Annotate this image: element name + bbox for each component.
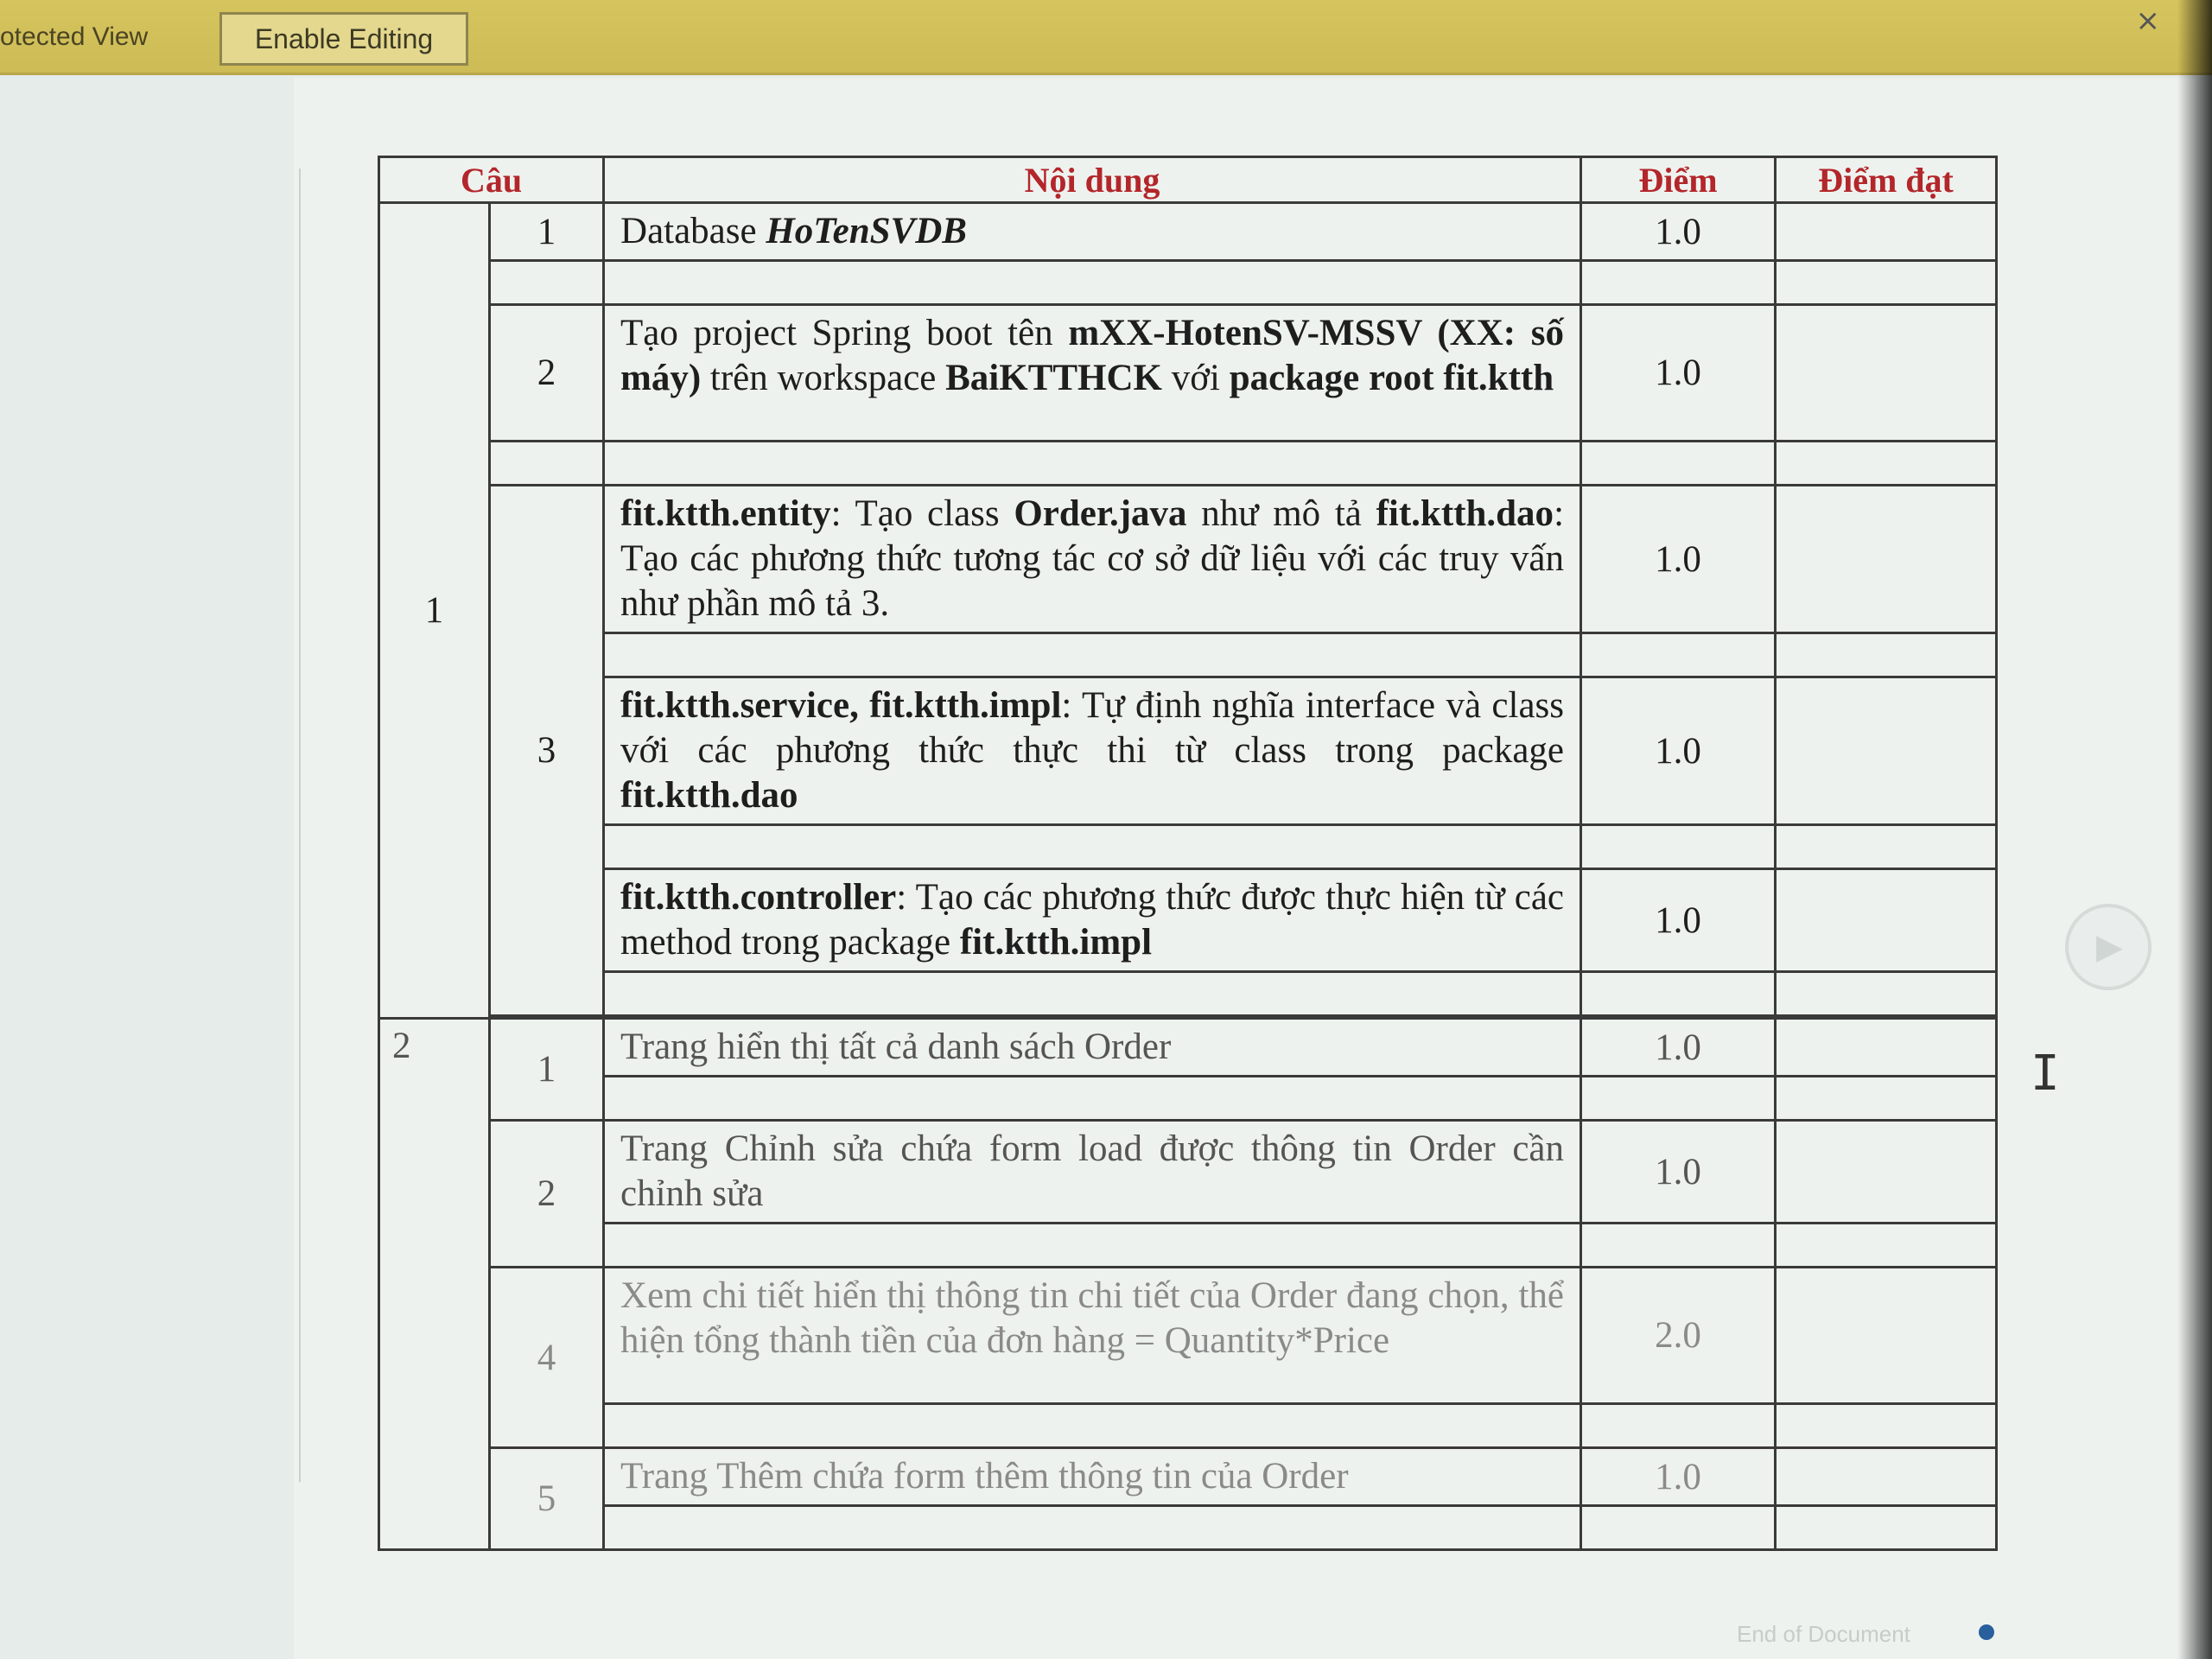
table-row [379,259,1999,306]
sub-number: 3 [487,484,606,1017]
header-noi-dung: Nội dung [602,156,1583,204]
table-row [379,632,1999,678]
screen-edge-shadow [2177,0,2212,1659]
content-cell: Trang Chỉnh sửa chứa form load được thôn… [602,1119,1583,1224]
achieved-score-cell[interactable] [1774,1446,1999,1507]
table-row: 2 1 Trang hiển thị tất cả danh sách Orde… [378,1017,1999,1551]
achieved-score-cell[interactable] [1774,201,1999,262]
table-header-row: Câu Nội dung Điểm Điểm đạt [377,156,1999,204]
content-cell: fit.ktth.service, fit.ktth.impl: Tự định… [602,676,1583,826]
content-cell: fit.ktth.controller: Tạo các phương thức… [602,868,1583,973]
achieved-score-cell[interactable] [1774,868,1999,973]
table-row [379,1222,1999,1268]
score-cell: 1.0 [1580,201,1777,262]
achieved-score-cell[interactable] [1774,676,1999,826]
table-row: 2 Tạo project Spring boot tên mXX-HotenS… [379,303,1999,442]
sub-number: 4 [487,1266,606,1449]
table-row [379,440,1999,486]
table-row [379,823,1999,870]
table-row [379,1402,1999,1449]
next-page-button[interactable]: ▶ [2065,904,2152,990]
sub-number: 1 [487,1017,606,1122]
score-cell: 2.0 [1580,1266,1777,1405]
score-cell: 1.0 [1580,676,1777,826]
content-cell: Tạo project Spring boot tên mXX-HotenSV-… [602,303,1583,442]
header-diem-dat: Điểm đạt [1774,156,1999,204]
table-row: 5 Trang Thêm chứa form thêm thông tin củ… [379,1446,1999,1551]
sub-number: 1 [487,201,606,262]
close-icon[interactable]: × [2136,3,2161,38]
text-cursor-icon: I [2031,1046,2060,1102]
table-row: fit.ktth.service, fit.ktth.impl: Tự định… [379,676,1999,826]
status-dot-icon [1979,1624,1994,1640]
score-cell: 1.0 [1580,484,1777,634]
content-cell: Database HoTenSVDB [602,201,1583,262]
achieved-score-cell[interactable] [1774,303,1999,442]
question-number-1: 1 [378,201,491,1020]
achieved-score-cell[interactable] [1774,1266,1999,1405]
table-row: 4 Xem chi tiết hiển thị thông tin chi ti… [379,1266,1999,1449]
content-cell: Xem chi tiết hiển thị thông tin chi tiết… [602,1266,1583,1405]
enable-editing-button[interactable]: Enable Editing [219,12,468,66]
table-row: 3 fit.ktth.entity: Tạo class Order.java … [379,484,1999,1017]
content-cell: Trang hiển thị tất cả danh sách Order [602,1017,1583,1077]
content-cell: fit.ktth.entity: Tạo class Order.java nh… [602,484,1583,634]
header-diem: Điểm [1580,156,1777,204]
table-row: 1 1 Database HoTenSVDB 1.0 [378,201,1999,1020]
play-arrow-icon: ▶ [2096,927,2123,966]
score-cell: 1.0 [1580,303,1777,442]
table-row: 2 Trang Chỉnh sửa chứa form load được th… [379,1119,1999,1268]
protected-view-label: otected View [0,22,149,51]
status-text: End of Document [1737,1621,1910,1647]
achieved-score-cell[interactable] [1774,1119,1999,1224]
table-row [379,1075,1999,1122]
sub-number: 2 [487,303,606,442]
protected-view-bar: otected View Enable Editing × [0,0,2212,75]
sub-number: 5 [487,1446,606,1551]
score-cell: 1.0 [1580,868,1777,973]
grading-table: Câu Nội dung Điểm Điểm đạt 1 1 Database … [377,156,1999,1551]
score-cell: 1.0 [1580,1017,1777,1077]
table-row: fit.ktth.controller: Tạo các phương thức… [379,868,1999,973]
sub-number: 2 [487,1119,606,1268]
achieved-score-cell[interactable] [1774,484,1999,634]
content-cell: Trang Thêm chứa form thêm thông tin của … [602,1446,1583,1507]
page-margin-line [299,168,301,1482]
header-cau: Câu [377,156,606,204]
table-row [379,1504,1999,1551]
score-cell: 1.0 [1580,1446,1777,1507]
achieved-score-cell[interactable] [1774,1017,1999,1077]
question-number-2: 2 [378,1017,491,1551]
score-cell: 1.0 [1580,1119,1777,1224]
table-row [379,970,1999,1017]
